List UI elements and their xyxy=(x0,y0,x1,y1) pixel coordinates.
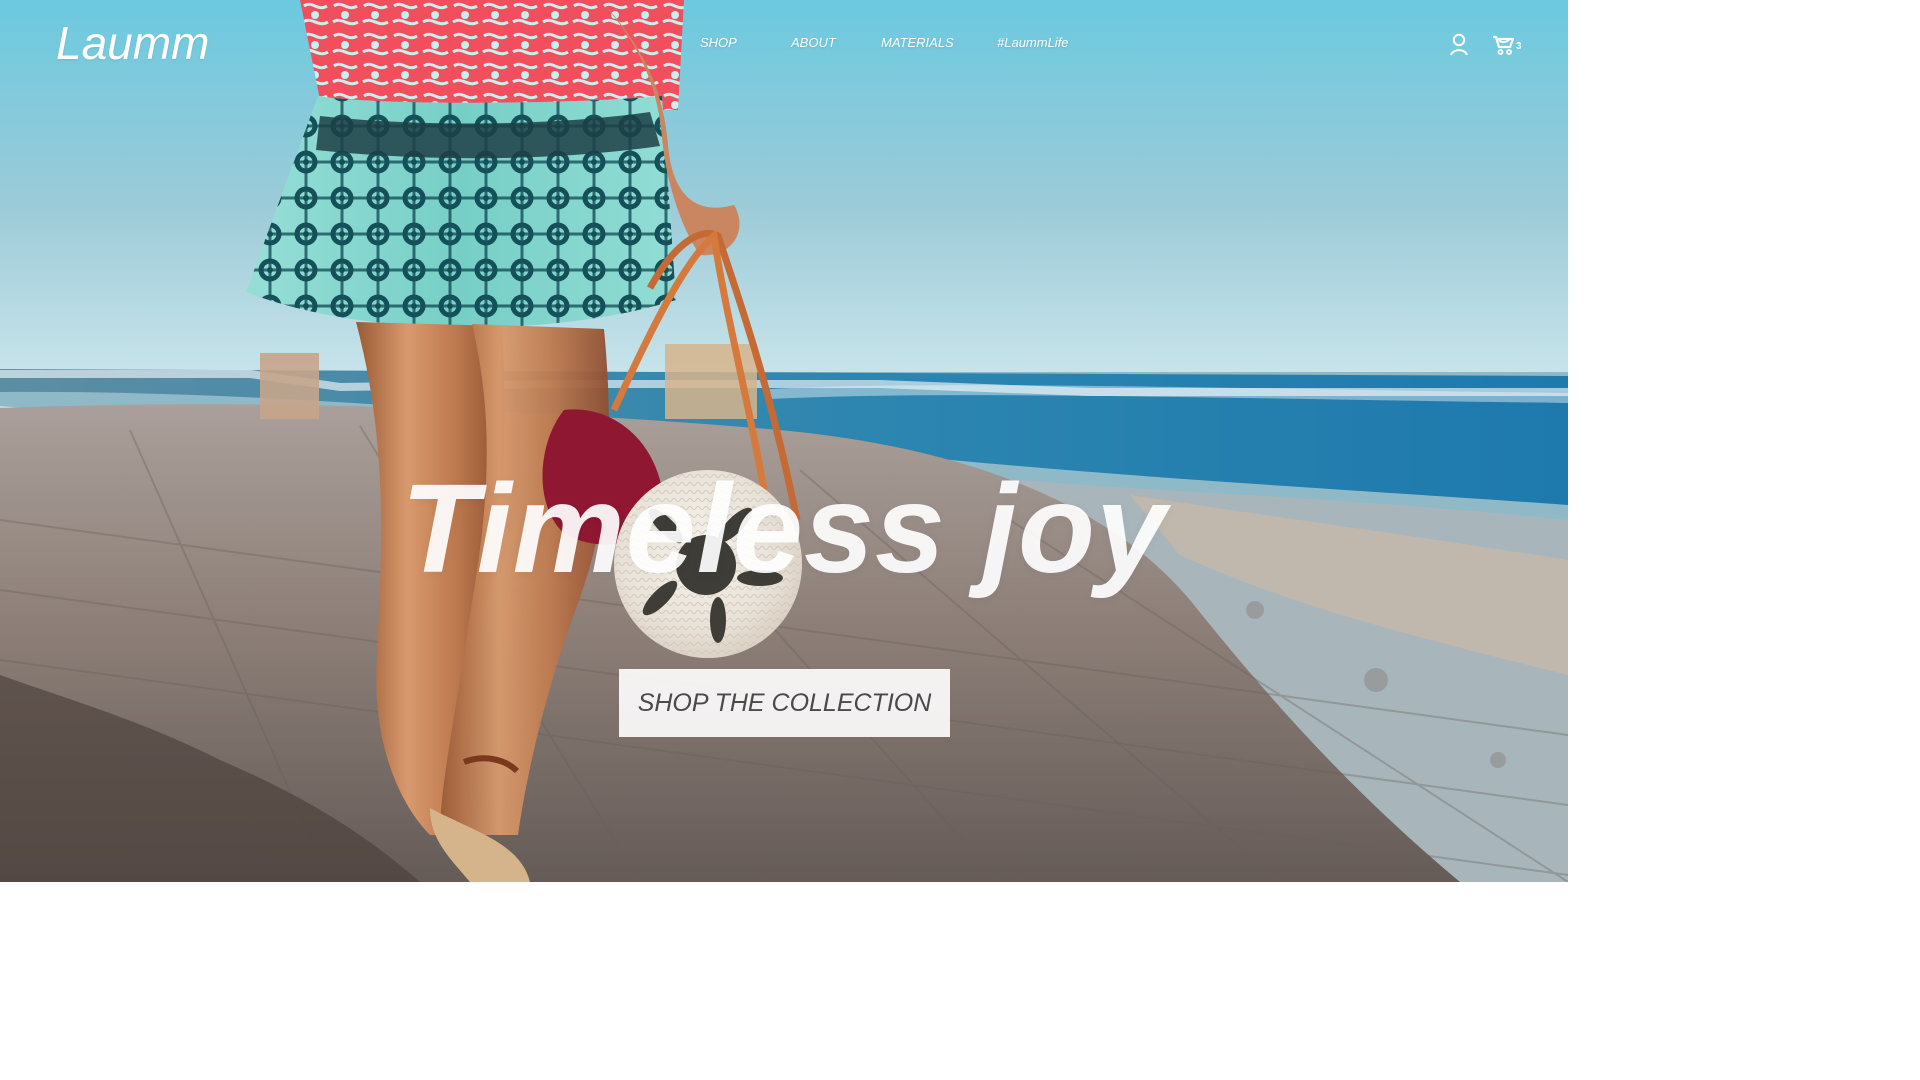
nav-link-about[interactable]: ABOUT xyxy=(791,35,836,50)
nav-link-shop[interactable]: SHOP xyxy=(700,35,737,50)
site-header: Laumm SHOP ABOUT MATERIALS #LaummLife 3 xyxy=(0,0,1568,92)
hero-headline: Timeless joy xyxy=(400,458,1168,600)
nav-link-materials[interactable]: MATERIALS xyxy=(881,35,954,50)
user-icon xyxy=(1450,33,1468,56)
account-button[interactable] xyxy=(1448,33,1470,57)
cart-count-badge: 3 xyxy=(1516,41,1522,52)
hero-section: Laumm SHOP ABOUT MATERIALS #LaummLife 3 … xyxy=(0,0,1568,882)
shop-collection-button[interactable]: SHOP THE COLLECTION xyxy=(619,669,950,737)
shopping-cart-icon xyxy=(1493,35,1515,55)
beach-hero-image xyxy=(0,0,1568,882)
main-navigation: SHOP ABOUT MATERIALS #LaummLife xyxy=(0,35,1568,57)
cart-button[interactable]: 3 xyxy=(1492,33,1528,57)
nav-link-laumm-life[interactable]: #LaummLife xyxy=(997,35,1069,50)
